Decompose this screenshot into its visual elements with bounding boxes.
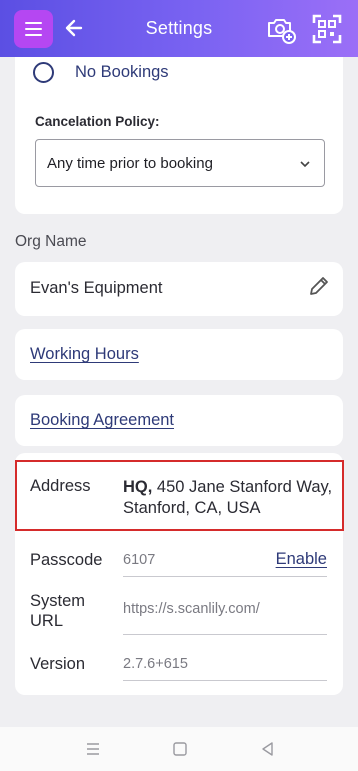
passcode-enable-link[interactable]: Enable xyxy=(276,550,327,569)
version-row: Version 2.7.6+615 xyxy=(30,654,327,681)
org-name-card: Evan's Equipment xyxy=(15,262,343,316)
passcode-value: 6107 xyxy=(123,552,156,568)
select-value: Any time prior to booking xyxy=(47,154,213,172)
cancelation-policy-label: Cancelation Policy: xyxy=(35,114,160,129)
system-url-value: https://s.scanlily.com/ xyxy=(123,601,260,617)
org-name-value: Evan's Equipment xyxy=(30,279,163,297)
passcode-label: Passcode xyxy=(30,551,103,569)
address-prefix: HQ, xyxy=(123,478,153,496)
back-triangle-icon[interactable] xyxy=(259,741,277,757)
pencil-edit-icon[interactable] xyxy=(307,274,331,298)
settings-content[interactable]: No Bookings Cancelation Policy: Any time… xyxy=(0,57,358,727)
system-url-row: System URL https://s.scanlily.com/ xyxy=(30,591,327,635)
address-label: Address xyxy=(30,477,91,495)
booking-settings-card: No Bookings Cancelation Policy: Any time… xyxy=(15,57,343,214)
address-value: HQ, 450 Jane Stanford Way, Stanford, CA,… xyxy=(123,477,333,519)
camera-add-icon[interactable] xyxy=(265,13,297,45)
qr-scan-icon[interactable] xyxy=(311,13,343,45)
passcode-row: Passcode 6107 Enable xyxy=(30,550,327,577)
org-info-card: Address HQ, 450 Jane Stanford Way, Stanf… xyxy=(15,453,344,695)
address-text: 450 Jane Stanford Way, Stanford, CA, USA xyxy=(123,478,333,517)
page-title: Settings xyxy=(145,18,213,38)
divider xyxy=(123,680,327,681)
cancelation-policy-select[interactable]: Any time prior to booking xyxy=(35,139,325,187)
system-url-label: System URL xyxy=(30,592,86,630)
chevron-down-icon xyxy=(300,161,310,168)
app-header: Settings xyxy=(0,0,358,57)
working-hours-link[interactable]: Working Hours xyxy=(30,345,139,364)
version-label: Version xyxy=(30,655,86,673)
divider xyxy=(123,576,327,577)
recent-apps-icon[interactable] xyxy=(84,741,102,757)
working-hours-card[interactable]: Working Hours xyxy=(15,329,343,380)
booking-agreement-card[interactable]: Booking Agreement xyxy=(15,395,343,446)
org-name-label: Org Name xyxy=(15,233,87,250)
home-icon[interactable] xyxy=(171,741,189,757)
system-nav-bar xyxy=(0,727,358,771)
booking-agreement-link[interactable]: Booking Agreement xyxy=(30,411,174,430)
divider xyxy=(123,634,327,635)
radio-no-bookings[interactable]: No Bookings xyxy=(33,62,169,83)
radio-button[interactable] xyxy=(33,62,54,83)
radio-label: No Bookings xyxy=(75,63,169,81)
version-value: 2.7.6+615 xyxy=(123,656,188,672)
